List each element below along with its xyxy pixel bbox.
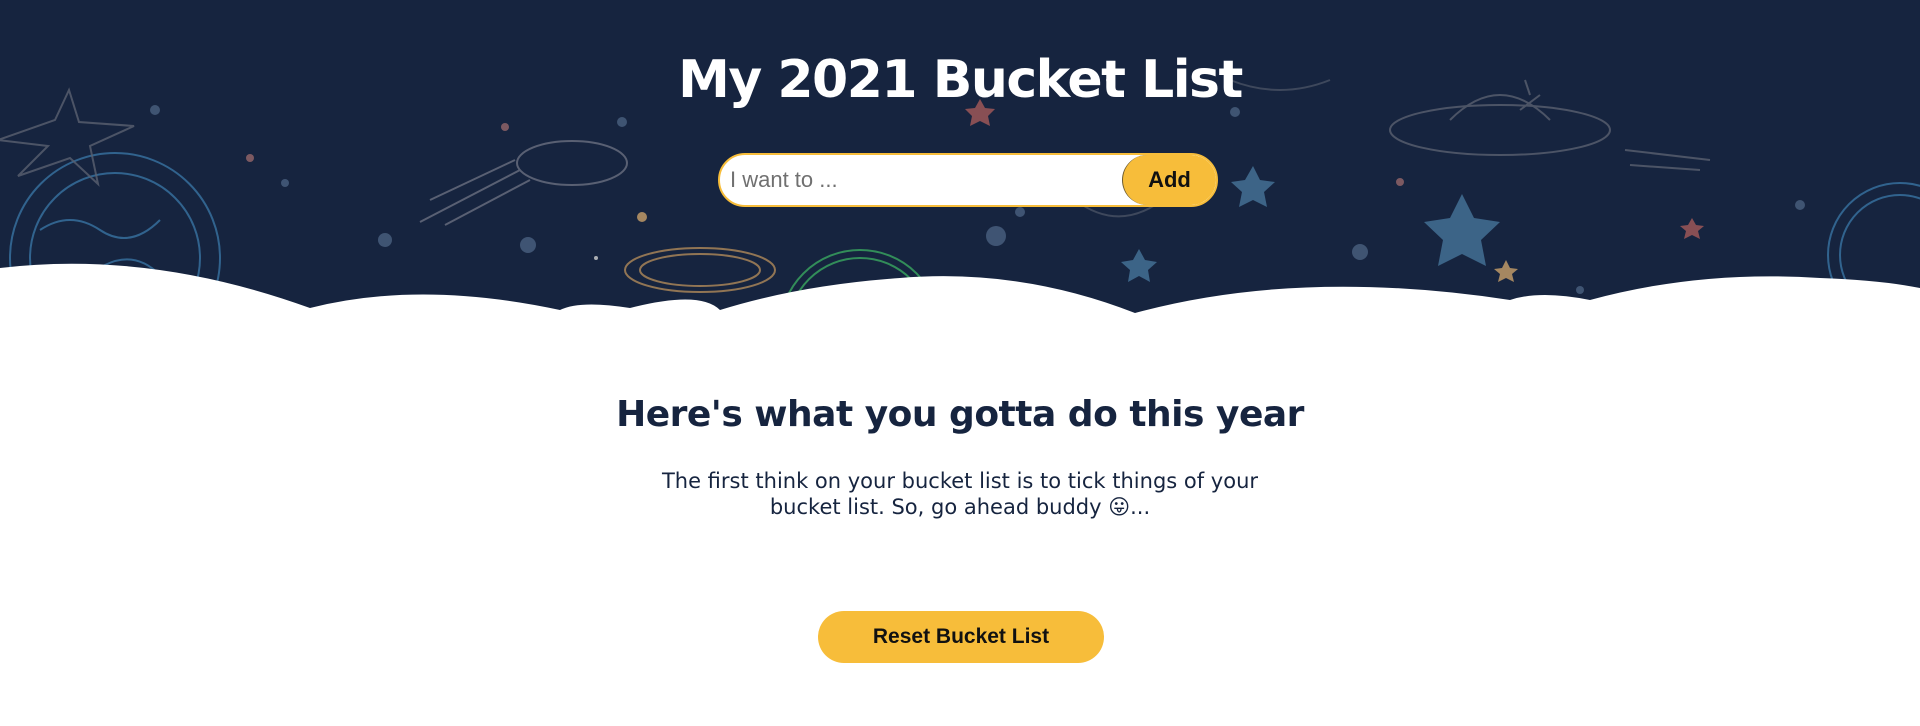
intro-text: The first think on your bucket list is t… <box>661 469 1259 519</box>
add-item-form: Add <box>718 153 1218 207</box>
page-title: My 2021 Bucket List <box>678 50 1243 110</box>
main-content: Here's what you gotta do this year The f… <box>0 320 1920 726</box>
section-heading: Here's what you gotta do this year <box>616 394 1304 435</box>
hero-banner: My 2021 Bucket List Add <box>0 0 1920 320</box>
reset-bucket-list-button[interactable]: Reset Bucket List <box>818 611 1104 663</box>
bucket-item-input[interactable] <box>720 155 1120 205</box>
add-button[interactable]: Add <box>1122 155 1216 205</box>
